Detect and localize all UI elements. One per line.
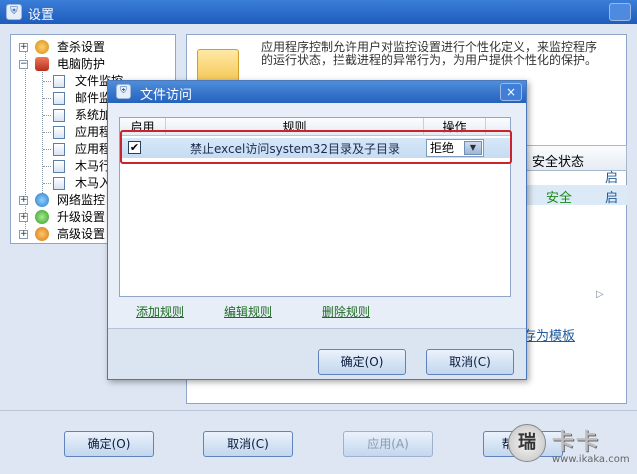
gear-icon bbox=[35, 227, 49, 241]
close-icon[interactable]: × bbox=[500, 83, 522, 101]
dialog-ok-button[interactable]: 确定(O) bbox=[318, 349, 406, 375]
tree-label: 木马入 bbox=[75, 176, 112, 190]
tree-label: 网络监控 bbox=[57, 193, 106, 207]
cancel-button[interactable]: 取消(C) bbox=[203, 431, 293, 457]
column-safety-status: 安全状态 bbox=[532, 155, 585, 170]
tree-line bbox=[42, 67, 43, 195]
dialog-footer: 确定(O) 取消(C) bbox=[108, 329, 526, 379]
scan-icon bbox=[35, 40, 49, 54]
app-shield-icon: ⛨ bbox=[6, 4, 22, 20]
shield-icon: ⛨ bbox=[116, 84, 131, 99]
tree-line bbox=[43, 166, 51, 167]
document-icon bbox=[53, 160, 65, 173]
expand-icon[interactable]: + bbox=[19, 196, 28, 205]
status-text: 启 bbox=[605, 191, 619, 206]
panel-description: 应用程序控制允许用户对监控设置进行个性化定义，来监控程序的运行状态，拦截进程的异… bbox=[261, 40, 598, 67]
dialog-cancel-button[interactable]: 取消(C) bbox=[426, 349, 514, 375]
help-button[interactable]: 帮助(H) bbox=[483, 431, 563, 457]
delete-rule-link[interactable]: 删除规则 bbox=[322, 303, 370, 320]
shield-icon bbox=[35, 57, 49, 71]
network-icon bbox=[35, 193, 49, 207]
document-icon bbox=[53, 143, 65, 156]
tree-label: 邮件监 bbox=[75, 91, 112, 105]
window-close-button[interactable] bbox=[609, 3, 631, 21]
tree-line bbox=[43, 81, 51, 82]
tree-line bbox=[43, 115, 51, 116]
edit-rule-link[interactable]: 编辑规则 bbox=[224, 303, 272, 320]
tree-label: 应用程 bbox=[75, 142, 112, 156]
document-icon bbox=[53, 109, 65, 122]
window-titlebar: ⛨ 设置 bbox=[0, 0, 637, 24]
file-access-dialog: ⛨ 文件访问 × 启用 规则 操作 ✔ 禁止excel访问system32目录及… bbox=[107, 80, 527, 380]
tree-line bbox=[43, 149, 51, 150]
tree-label: 电脑防护 bbox=[57, 57, 106, 71]
scroll-arrow-icon[interactable]: ▷ bbox=[596, 289, 604, 300]
tree-label: 高级设置 bbox=[57, 227, 106, 241]
document-icon bbox=[53, 177, 65, 190]
status-text: 启 bbox=[605, 171, 619, 186]
tree-line bbox=[43, 132, 51, 133]
tree-label: 升级设置 bbox=[57, 210, 106, 224]
document-icon bbox=[53, 126, 65, 139]
expand-icon[interactable]: + bbox=[19, 43, 28, 52]
window-title: 设置 bbox=[28, 8, 55, 23]
tree-line bbox=[43, 183, 51, 184]
expand-icon[interactable]: + bbox=[19, 213, 28, 222]
tree-line bbox=[43, 98, 51, 99]
expand-icon[interactable]: + bbox=[19, 230, 28, 239]
apply-button[interactable]: 应用(A) bbox=[343, 431, 433, 457]
annotation-highlight bbox=[120, 130, 512, 164]
tree-label: 木马行 bbox=[75, 159, 112, 173]
dialog-title: 文件访问 bbox=[140, 88, 193, 103]
tree-label: 应用程 bbox=[75, 125, 112, 139]
document-icon bbox=[53, 92, 65, 105]
dialog-titlebar: ⛨ 文件访问 × bbox=[108, 81, 526, 103]
save-template-link[interactable]: 存为模板 bbox=[523, 325, 575, 344]
bottom-bar: 确定(O) 取消(C) 应用(A) 帮助(H) bbox=[0, 410, 637, 474]
upgrade-icon bbox=[35, 210, 49, 224]
tree-label: 系统加 bbox=[75, 108, 112, 122]
collapse-icon[interactable]: − bbox=[19, 60, 28, 69]
status-text: 安全 bbox=[546, 191, 573, 206]
document-icon bbox=[53, 75, 65, 88]
ok-button[interactable]: 确定(O) bbox=[64, 431, 154, 457]
add-rule-link[interactable]: 添加规则 bbox=[136, 303, 184, 320]
tree-label: 查杀设置 bbox=[57, 40, 106, 54]
